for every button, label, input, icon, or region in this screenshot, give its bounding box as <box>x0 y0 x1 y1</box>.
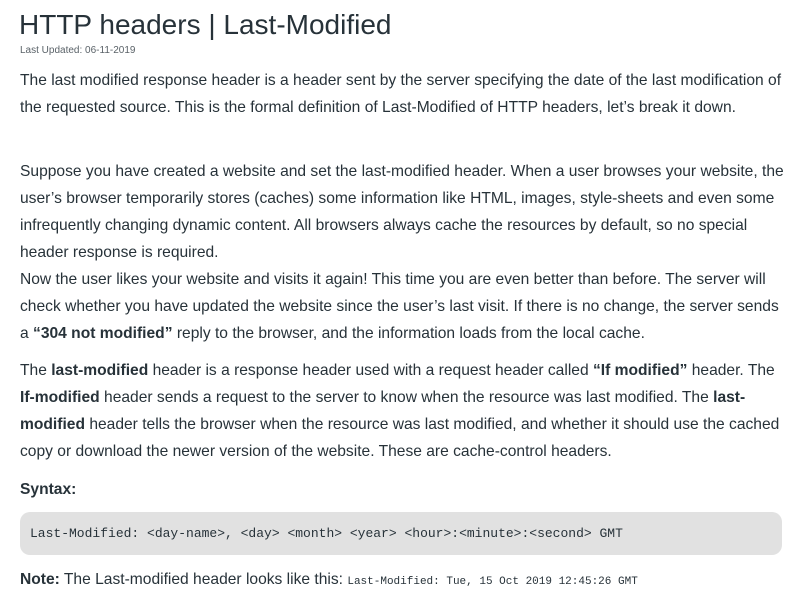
note-line: Note: The Last-modified header looks lik… <box>20 566 638 596</box>
relation-text-part: header tells the browser when the resour… <box>20 416 780 460</box>
relation-text-part: header is a response header used with a … <box>148 362 593 379</box>
syntax-code: Last-Modified: <day-name>, <day> <month>… <box>30 526 623 541</box>
syntax-code-block: Last-Modified: <day-name>, <day> <month>… <box>20 512 782 555</box>
explanation-text-part: reply to the browser, and the informatio… <box>172 325 645 342</box>
note-example-code: Last-Modified: Tue, 15 Oct 2019 12:45:26… <box>347 576 638 588</box>
bold-term-304: “304 not modified” <box>33 325 173 342</box>
intro-paragraph: The last modified response header is a h… <box>20 72 782 116</box>
last-updated-date: Last Updated: 06-11-2019 <box>20 45 136 56</box>
relation-text-part: header sends a request to the server to … <box>99 389 714 406</box>
note-text: The Last-modified header looks like this… <box>59 571 348 588</box>
explanation-text-part: Suppose you have created a website and s… <box>20 163 784 261</box>
article-page: HTTP headers | Last-Modified Last Update… <box>0 0 805 609</box>
relation-text-part: header. The <box>687 362 775 379</box>
relation-text-part: The <box>20 362 52 379</box>
explanation-paragraph: Suppose you have created a website and s… <box>20 158 790 347</box>
syntax-heading: Syntax: <box>20 481 77 498</box>
bold-term-if-modified: “If modified” <box>592 362 688 379</box>
page-title: HTTP headers | Last-Modified <box>19 9 392 40</box>
header-relation-paragraph: The last-modified header is a response h… <box>20 357 790 465</box>
note-label: Note: <box>20 571 60 588</box>
bold-term-last-modified: last-modified <box>51 362 149 379</box>
bold-term-if-modified-header: If-modified <box>20 389 100 406</box>
